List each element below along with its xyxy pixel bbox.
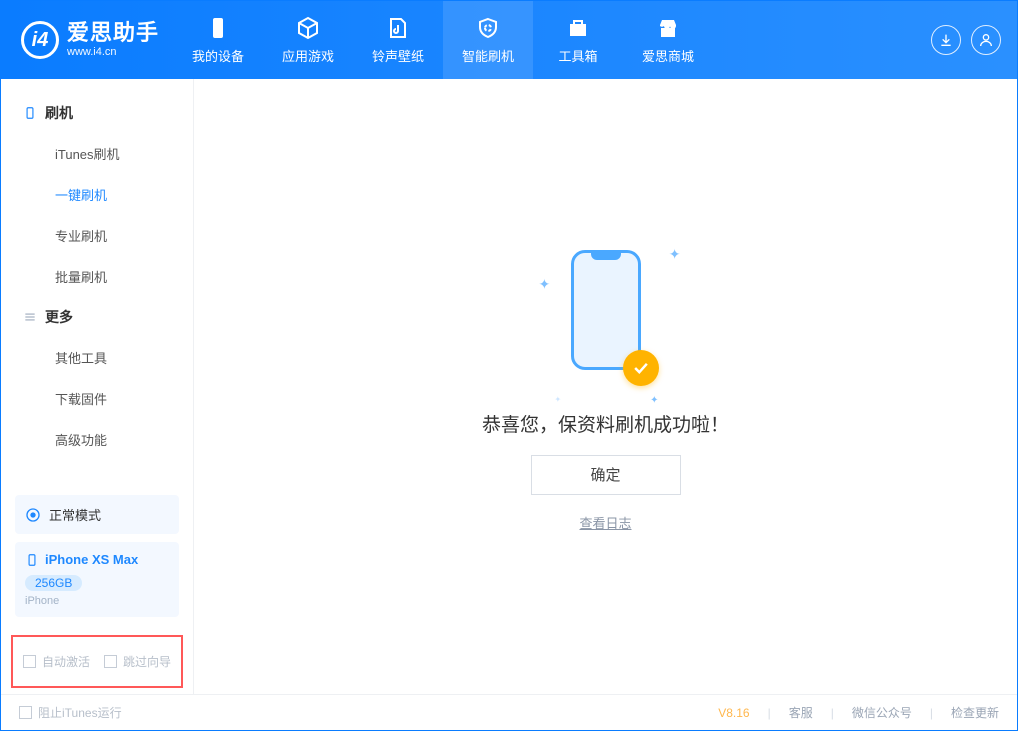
main-content: ✦ ✦ ✦ ✦ 恭喜您，保资料刷机成功啦！ 确定 查看日志 xyxy=(194,79,1017,694)
group-label: 更多 xyxy=(45,307,73,327)
footer: 阻止iTunes运行 V8.16 | 客服 | 微信公众号 | 检查更新 xyxy=(1,694,1017,730)
check-update-link[interactable]: 检查更新 xyxy=(951,704,999,721)
support-link[interactable]: 客服 xyxy=(789,704,813,721)
view-log-link[interactable]: 查看日志 xyxy=(579,513,631,532)
sidebar-item-advanced[interactable]: 高级功能 xyxy=(1,419,193,460)
sidebar-group-flash: 刷机 xyxy=(1,93,193,133)
device-icon xyxy=(206,16,230,40)
sparkle-icon: ✦ xyxy=(650,395,658,406)
device-panel: 正常模式 iPhone XS Max 256GB iPhone xyxy=(1,487,193,635)
sidebar-list: 刷机 iTunes刷机 一键刷机 专业刷机 批量刷机 更多 其他工具 下载固件 … xyxy=(1,79,193,487)
phone-icon xyxy=(571,250,641,370)
mode-box[interactable]: 正常模式 xyxy=(15,495,179,534)
main-nav: 我的设备 应用游戏 铃声壁纸 智能刷机 工具箱 爱思商城 xyxy=(173,1,713,79)
version-label: V8.16 xyxy=(718,706,749,720)
sidebar-item-other-tools[interactable]: 其他工具 xyxy=(1,337,193,378)
sidebar-item-itunes-flash[interactable]: iTunes刷机 xyxy=(1,133,193,174)
flash-options: 自动激活 跳过向导 xyxy=(11,635,183,688)
header: i4 爱思助手 www.i4.cn 我的设备 应用游戏 铃声壁纸 智能刷机 xyxy=(1,1,1017,79)
mode-icon xyxy=(25,507,41,523)
device-type: iPhone xyxy=(25,595,59,607)
checkbox-label: 自动激活 xyxy=(42,653,90,670)
checkbox-icon xyxy=(23,655,36,668)
nav-label: 工具箱 xyxy=(559,46,598,65)
device-name: iPhone XS Max xyxy=(45,552,138,567)
block-itunes-checkbox[interactable]: 阻止iTunes运行 xyxy=(19,704,122,721)
sparkle-icon: ✦ xyxy=(539,276,551,293)
check-badge-icon xyxy=(623,350,659,386)
phone-notch-icon xyxy=(591,250,621,260)
download-icon xyxy=(938,32,954,48)
checkbox-label: 阻止iTunes运行 xyxy=(38,704,122,721)
logo-icon: i4 xyxy=(21,21,59,59)
nav-label: 铃声壁纸 xyxy=(372,46,424,65)
app-window: i4 爱思助手 www.i4.cn 我的设备 应用游戏 铃声壁纸 智能刷机 xyxy=(0,0,1018,731)
sidebar-item-download-firmware[interactable]: 下载固件 xyxy=(1,378,193,419)
nav-label: 应用游戏 xyxy=(282,46,334,65)
toolbox-icon xyxy=(566,16,590,40)
success-message: 恭喜您，保资料刷机成功啦！ xyxy=(482,410,729,437)
cube-icon xyxy=(296,16,320,40)
logo: i4 爱思助手 www.i4.cn xyxy=(1,1,173,79)
music-file-icon xyxy=(386,16,410,40)
device-capacity: 256GB xyxy=(25,575,82,591)
refresh-shield-icon xyxy=(476,16,500,40)
nav-toolbox[interactable]: 工具箱 xyxy=(533,1,623,79)
sidebar-item-one-click-flash[interactable]: 一键刷机 xyxy=(1,174,193,215)
auto-activate-checkbox[interactable]: 自动激活 xyxy=(23,653,90,670)
body: 刷机 iTunes刷机 一键刷机 专业刷机 批量刷机 更多 其他工具 下载固件 … xyxy=(1,79,1017,694)
group-label: 刷机 xyxy=(45,103,73,123)
app-subtitle: www.i4.cn xyxy=(67,47,159,58)
checkbox-label: 跳过向导 xyxy=(123,653,171,670)
header-actions xyxy=(915,1,1017,79)
app-title: 爱思助手 xyxy=(67,22,159,44)
menu-icon xyxy=(23,310,37,324)
nav-label: 我的设备 xyxy=(192,46,244,65)
store-icon xyxy=(656,16,680,40)
sidebar-group-more: 更多 xyxy=(1,297,193,337)
sparkle-icon: ✦ xyxy=(669,246,681,263)
sidebar-item-batch-flash[interactable]: 批量刷机 xyxy=(1,256,193,297)
sidebar-item-pro-flash[interactable]: 专业刷机 xyxy=(1,215,193,256)
sidebar: 刷机 iTunes刷机 一键刷机 专业刷机 批量刷机 更多 其他工具 下载固件 … xyxy=(1,79,194,694)
checkbox-icon xyxy=(104,655,117,668)
checkbox-icon xyxy=(19,706,32,719)
skip-wizard-checkbox[interactable]: 跳过向导 xyxy=(104,653,171,670)
nav-store[interactable]: 爱思商城 xyxy=(623,1,713,79)
wechat-link[interactable]: 微信公众号 xyxy=(852,704,912,721)
mode-label: 正常模式 xyxy=(49,505,101,524)
phone-icon xyxy=(25,553,39,567)
nav-label: 智能刷机 xyxy=(462,46,514,65)
success-illustration: ✦ ✦ ✦ ✦ xyxy=(561,242,651,382)
nav-label: 爱思商城 xyxy=(642,46,694,65)
nav-my-device[interactable]: 我的设备 xyxy=(173,1,263,79)
device-box[interactable]: iPhone XS Max 256GB iPhone xyxy=(15,542,179,617)
sparkle-icon: ✦ xyxy=(555,395,562,404)
nav-apps[interactable]: 应用游戏 xyxy=(263,1,353,79)
user-icon xyxy=(978,32,994,48)
nav-ringtones[interactable]: 铃声壁纸 xyxy=(353,1,443,79)
ok-button[interactable]: 确定 xyxy=(531,455,681,495)
user-button[interactable] xyxy=(971,25,1001,55)
nav-flash[interactable]: 智能刷机 xyxy=(443,1,533,79)
phone-icon xyxy=(23,106,37,120)
download-button[interactable] xyxy=(931,25,961,55)
